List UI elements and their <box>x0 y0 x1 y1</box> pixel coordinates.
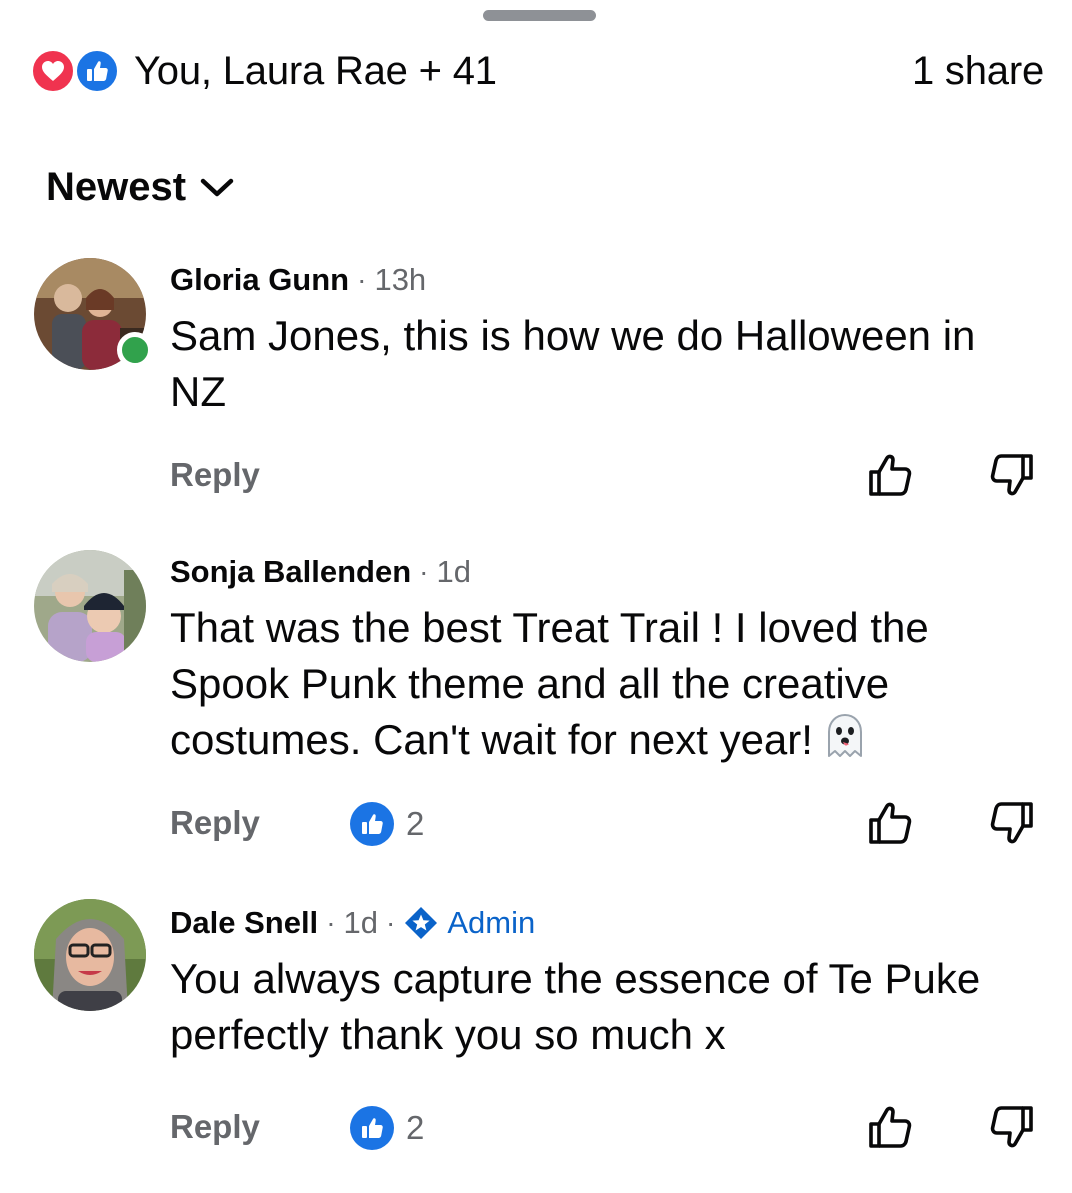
online-status-dot <box>117 332 153 368</box>
timestamp[interactable]: 1d <box>344 905 378 941</box>
share-count[interactable]: 1 share <box>912 49 1044 94</box>
reaction-count[interactable]: 2 <box>350 1106 424 1150</box>
thumbs-up-outline-icon[interactable] <box>866 798 916 848</box>
avatar[interactable] <box>34 550 146 662</box>
reply-button[interactable]: Reply <box>170 456 260 494</box>
admin-label: Admin <box>447 905 536 940</box>
like-count-number: 2 <box>406 1109 425 1146</box>
author-name[interactable]: Dale Snell <box>170 905 318 941</box>
sort-label: Newest <box>46 165 187 209</box>
comment-meta: Sonja Ballenden · 1d <box>170 552 1040 592</box>
thumbs-up-icon <box>74 48 120 94</box>
comment-body: Sonja Ballenden · 1d That was the best T… <box>170 552 1040 774</box>
heart-icon <box>30 48 76 94</box>
comment-meta: Dale Snell · 1d · Admin <box>170 903 1040 943</box>
reactions-summary[interactable]: You, Laura Rae + 41 <box>30 46 497 96</box>
reply-button[interactable]: Reply <box>170 1108 260 1146</box>
ghost-emoji <box>821 712 869 774</box>
thumbs-up-icon <box>350 1106 394 1150</box>
comment-actions: Reply <box>170 450 1036 500</box>
comment-text: You always capture the essence of Te Puk… <box>170 955 981 1058</box>
avatar[interactable] <box>34 258 153 370</box>
thumbs-up-outline-icon[interactable] <box>866 450 916 500</box>
timestamp[interactable]: 1d <box>437 554 471 590</box>
meta-separator: · <box>419 556 429 587</box>
admin-star-badge-icon <box>405 907 438 939</box>
thumbs-up-outline-icon[interactable] <box>866 1102 916 1152</box>
author-name[interactable]: Sonja Ballenden <box>170 554 411 590</box>
avatar-photo <box>34 550 146 662</box>
reactors-text[interactable]: You, Laura Rae + 41 <box>134 49 497 94</box>
meta-separator: · <box>326 907 336 938</box>
avatar-photo <box>34 899 146 1011</box>
comment-text: Sam Jones, this is how we do Halloween i… <box>170 312 976 415</box>
sort-dropdown[interactable]: Newest <box>46 165 234 210</box>
comment-body: Dale Snell · 1d · Admin You always captu… <box>170 903 1040 1063</box>
comment-actions: Reply 2 <box>170 798 1036 848</box>
avatar[interactable] <box>34 899 146 1011</box>
comment-body: Gloria Gunn · 13h Sam Jones, this is how… <box>170 260 1040 420</box>
meta-separator: · <box>386 907 396 938</box>
thumbs-down-outline-icon[interactable] <box>986 1102 1036 1152</box>
reaction-icons <box>30 46 126 96</box>
comment-meta: Gloria Gunn · 13h <box>170 260 1040 300</box>
reactions-summary-bar: You, Laura Rae + 41 1 share <box>30 46 1044 96</box>
thumbs-up-icon <box>350 802 394 846</box>
comment-text-content: That was the best Treat Trail ! I loved … <box>170 604 929 764</box>
reaction-count[interactable]: 2 <box>350 802 424 846</box>
admin-badge[interactable]: Admin <box>403 905 535 941</box>
comment-text: That was the best Treat Trail ! I loved … <box>170 600 1040 774</box>
meta-separator: · <box>357 264 367 295</box>
thumbs-down-outline-icon[interactable] <box>986 798 1036 848</box>
thumbs-down-outline-icon[interactable] <box>986 450 1036 500</box>
sheet-drag-handle[interactable] <box>483 10 596 21</box>
author-name[interactable]: Gloria Gunn <box>170 262 349 298</box>
timestamp[interactable]: 13h <box>374 262 426 298</box>
reply-button[interactable]: Reply <box>170 804 260 842</box>
chevron-down-icon <box>200 178 234 198</box>
comment-actions: Reply 2 <box>170 1102 1036 1152</box>
like-count-number: 2 <box>406 805 425 842</box>
